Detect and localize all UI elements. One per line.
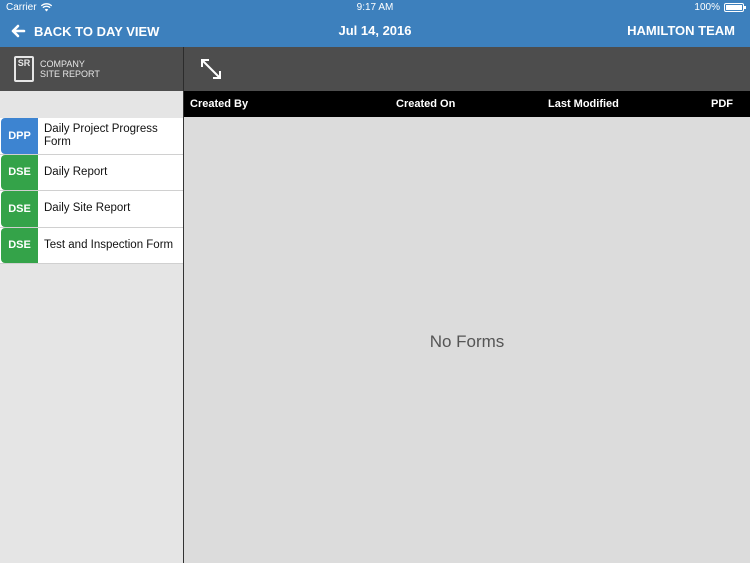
form-item-daily-report[interactable]: DSE Daily Report	[0, 154, 183, 191]
column-pdf[interactable]: PDF	[711, 98, 733, 110]
form-list: DPP Daily Project Progress Form DSE Dail…	[0, 118, 183, 264]
form-label: Daily Report	[44, 165, 108, 178]
forms-table-body: No Forms	[184, 117, 750, 563]
logo-mark: SR	[14, 56, 34, 82]
form-label: Daily Project Progress Form	[44, 122, 158, 148]
back-to-day-view-button[interactable]: BACK TO DAY VIEW	[10, 23, 159, 39]
form-badge: DSE	[1, 154, 38, 190]
expand-icon[interactable]	[199, 57, 223, 81]
form-label: Test and Inspection Form	[44, 238, 174, 251]
team-name: HAMILTON TEAM	[627, 23, 735, 38]
arrow-left-icon	[11, 24, 26, 38]
logo-text: COMPANY SITE REPORT	[40, 59, 100, 79]
form-item-daily-site-report[interactable]: DSE Daily Site Report	[0, 191, 183, 228]
battery-icon	[724, 3, 746, 12]
column-created-by[interactable]: Created By	[190, 98, 248, 110]
sidebar: DPP Daily Project Progress Form DSE Dail…	[0, 91, 183, 563]
battery-label: 100%	[694, 2, 720, 13]
back-label: BACK TO DAY VIEW	[34, 23, 160, 39]
company-logo: SR COMPANY SITE REPORT	[14, 56, 100, 82]
top-bar: Carrier 9:17 AM 100% BACK TO DAY VIEW Ju…	[0, 0, 750, 47]
logo-line1: COMPANY	[40, 59, 85, 69]
form-badge: DSE	[1, 227, 38, 263]
form-badge: DPP	[1, 118, 38, 154]
form-label: Daily Site Report	[44, 202, 131, 215]
column-created-on[interactable]: Created On	[396, 98, 455, 110]
empty-state-message: No Forms	[429, 332, 505, 351]
logo-mark-text: SR	[17, 58, 31, 68]
column-last-modified[interactable]: Last Modified	[548, 98, 619, 110]
nav-bar: BACK TO DAY VIEW Jul 14, 2016 HAMILTON T…	[0, 18, 750, 46]
status-bar: Carrier 9:17 AM 100%	[0, 0, 750, 16]
logo-line2: SITE REPORT	[40, 69, 100, 79]
form-item-test-and-inspection[interactable]: DSE Test and Inspection Form	[0, 227, 183, 264]
toolbar: SR COMPANY SITE REPORT	[0, 47, 750, 91]
table-header: Created By Created On Last Modified PDF	[184, 91, 750, 117]
battery-indicator: 100%	[694, 2, 746, 13]
toolbar-divider	[183, 47, 184, 91]
form-item-daily-project-progress[interactable]: DPP Daily Project Progress Form	[0, 118, 183, 155]
form-badge: DSE	[1, 191, 38, 227]
status-time: 9:17 AM	[356, 2, 394, 13]
